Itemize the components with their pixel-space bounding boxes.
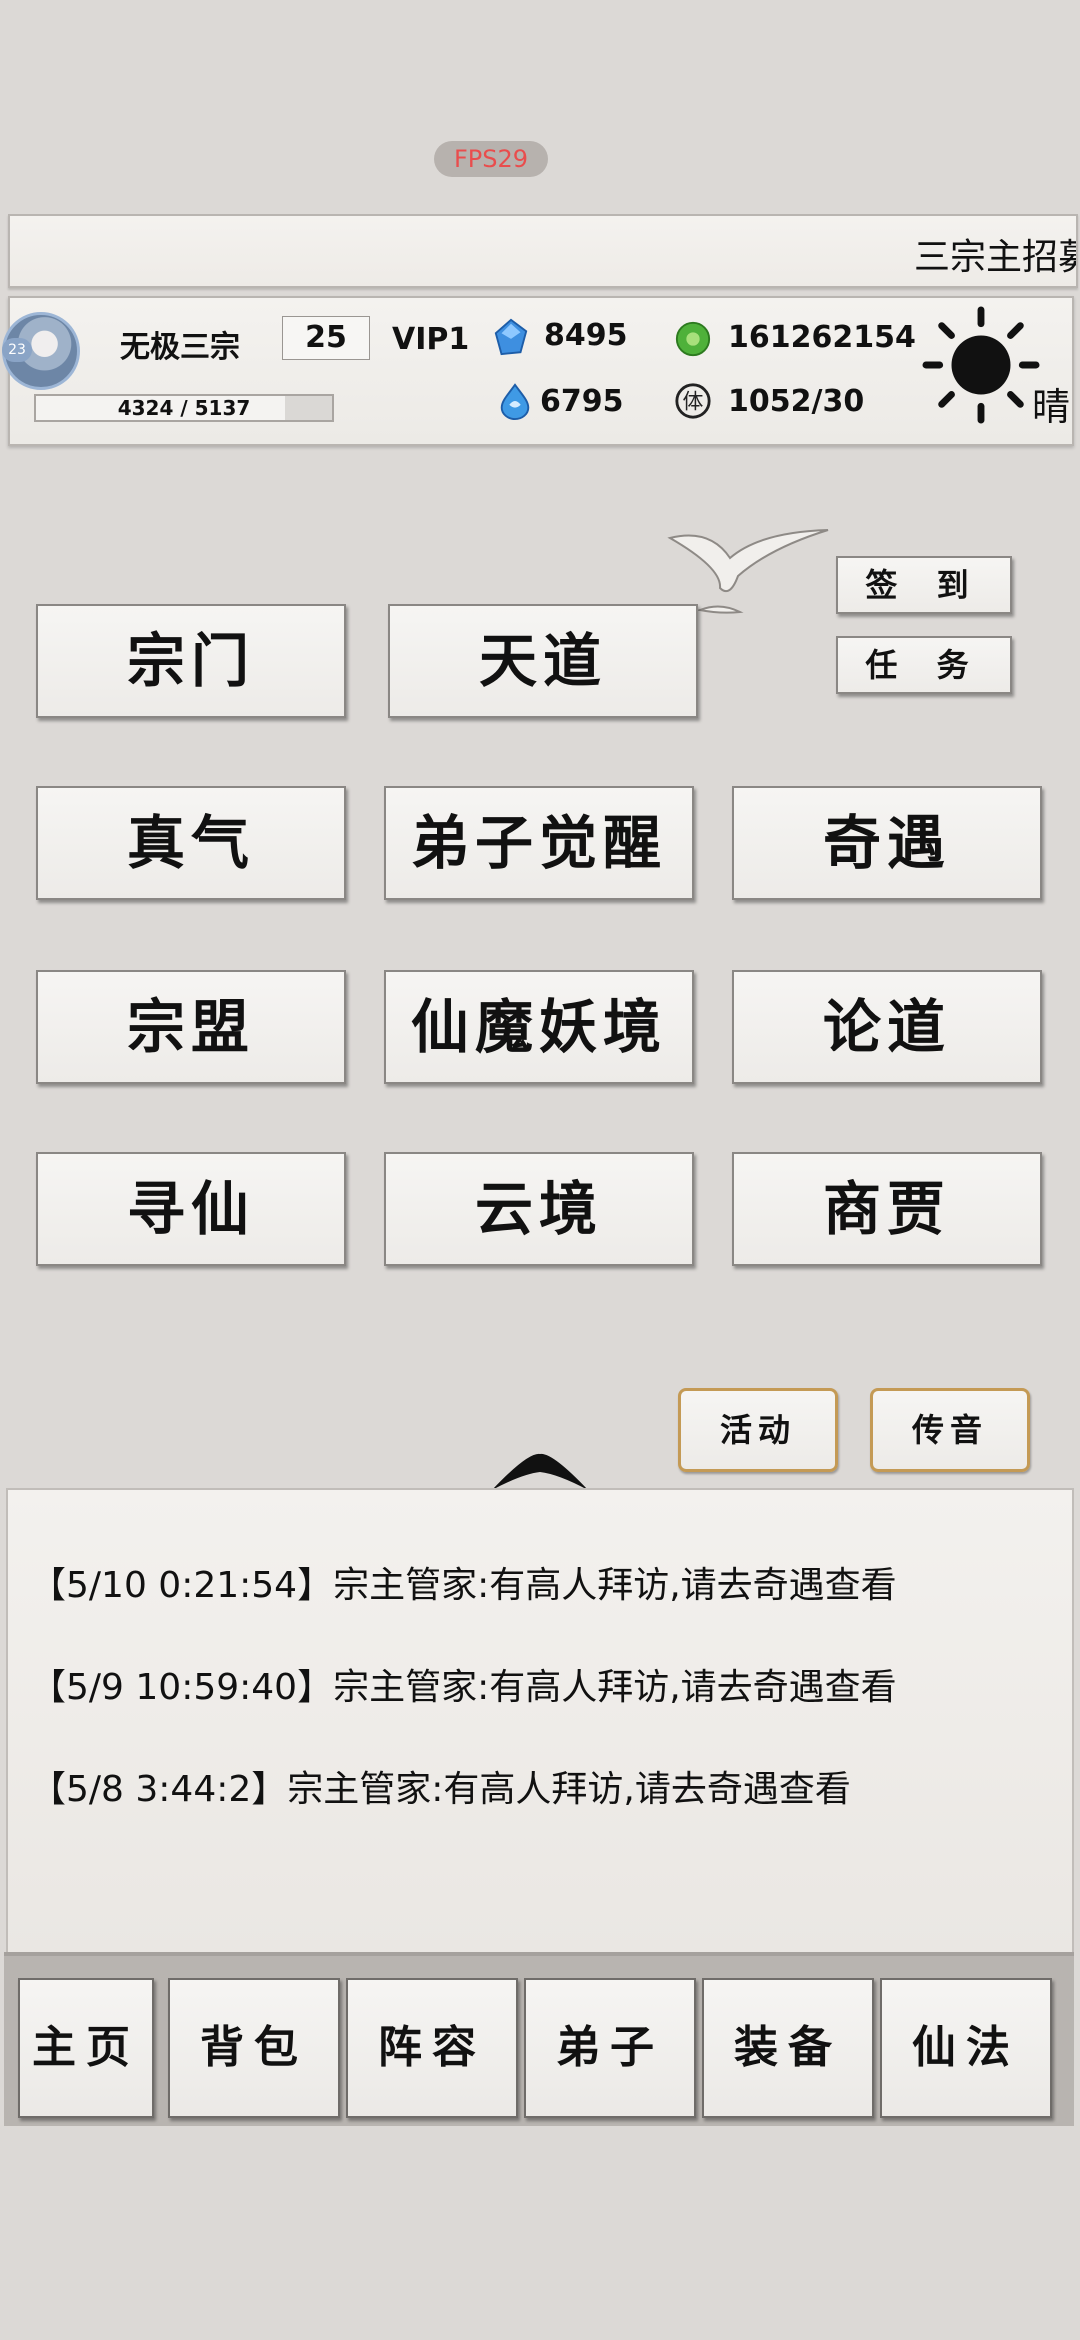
spirit-value: 6795 [540, 384, 624, 419]
disciple-awakening-button[interactable]: 弟子觉醒 [384, 786, 694, 900]
vip-level[interactable]: VIP1 [392, 322, 469, 357]
weather-label: 晴 [1032, 385, 1071, 429]
sect-button[interactable]: 宗门 [36, 604, 346, 718]
avatar-level-badge: 23 [2, 338, 32, 362]
discuss-dao-button[interactable]: 论道 [732, 970, 1042, 1084]
nav-disciples[interactable]: 弟子 [524, 1978, 696, 2118]
banner-text: 三宗主招募 [914, 237, 1078, 278]
cloud-realm-button[interactable]: 云境 [384, 1152, 694, 1266]
nav-equipment[interactable]: 装备 [702, 1978, 874, 2118]
log-entry: 【5/8 3:44:2】宗主管家:有高人拜访,请去奇遇查看 [30, 1769, 851, 1810]
crystal-icon [494, 318, 528, 356]
activity-button[interactable]: 活动 [678, 1388, 838, 1472]
spirit-drop-icon [500, 383, 530, 420]
seek-immortal-button[interactable]: 寻仙 [36, 1152, 346, 1266]
merchant-button[interactable]: 商贾 [732, 1152, 1042, 1266]
broadcast-button[interactable]: 传音 [870, 1388, 1030, 1472]
heavenly-dao-button[interactable]: 天道 [388, 604, 698, 718]
exp-text: 4324 / 5137 [117, 396, 251, 420]
nav-lineup[interactable]: 阵容 [346, 1978, 518, 2118]
sect-alliance-button[interactable]: 宗盟 [36, 970, 346, 1084]
message-log-panel: 【5/10 0:21:54】宗主管家:有高人拜访,请去奇遇查看 【5/9 10:… [6, 1488, 1074, 1954]
jade-value: 161262154 [728, 320, 916, 355]
player-stats-panel: 23 无极三宗 25 VIP1 4324 / 5137 8495 1612621… [2, 296, 1074, 446]
task-button[interactable]: 任 务 [836, 636, 1012, 694]
stamina-seal-icon: 体 [675, 383, 711, 419]
nav-immortal-arts[interactable]: 仙法 [880, 1978, 1052, 2118]
encounter-button[interactable]: 奇遇 [732, 786, 1042, 900]
nav-home[interactable]: 主页 [18, 1978, 154, 2118]
true-qi-button[interactable]: 真气 [36, 786, 346, 900]
player-level: 25 [282, 316, 370, 360]
jade-icon [675, 321, 711, 357]
fps-counter: FPS29 [434, 141, 548, 177]
announcement-banner: 三宗主招募 [8, 214, 1078, 288]
bottom-navigation: 主页 背包 阵容 弟子 装备 仙法 [4, 1952, 1074, 2126]
immortal-demon-realm-button[interactable]: 仙魔妖境 [384, 970, 694, 1084]
sect-name: 无极三宗 [120, 330, 240, 365]
crystal-value: 8495 [544, 318, 628, 353]
nav-bag[interactable]: 背包 [168, 1978, 340, 2118]
sun-icon [922, 306, 1040, 424]
svg-text:体: 体 [683, 390, 704, 414]
exp-bar: 4324 / 5137 [34, 394, 334, 422]
sign-in-button[interactable]: 签 到 [836, 556, 1012, 614]
log-entry: 【5/9 10:59:40】宗主管家:有高人拜访,请去奇遇查看 [30, 1667, 897, 1708]
log-entry: 【5/10 0:21:54】宗主管家:有高人拜访,请去奇遇查看 [30, 1565, 897, 1606]
stamina-value: 1052/30 [728, 384, 865, 419]
